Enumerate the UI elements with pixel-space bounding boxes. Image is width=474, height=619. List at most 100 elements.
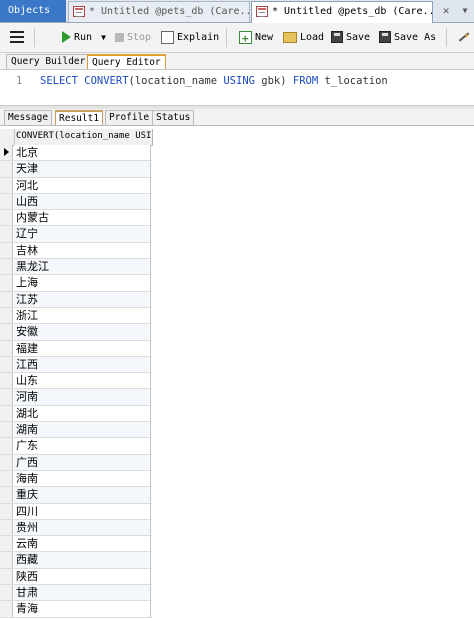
table-row[interactable]: 江苏	[0, 291, 152, 308]
run-button[interactable]: Run ▼	[62, 28, 106, 47]
row-indicator[interactable]	[0, 324, 13, 340]
table-row[interactable]: 内蒙古	[0, 210, 152, 227]
table-row[interactable]: 甘肃	[0, 585, 152, 602]
grid-cell[interactable]: 北京	[14, 145, 151, 161]
tab-untitled-query-2[interactable]: * Untitled @pets_db (Care...	[251, 1, 433, 23]
table-row[interactable]: 西藏	[0, 552, 152, 569]
run-dropdown-icon[interactable]: ▼	[101, 33, 106, 42]
grid-cell[interactable]: 贵州	[14, 519, 151, 536]
grid-cell[interactable]: 海南	[14, 470, 151, 487]
table-row[interactable]: 浙江	[0, 307, 152, 325]
table-row[interactable]: 陕西	[0, 568, 152, 586]
row-indicator[interactable]	[0, 340, 13, 356]
tab-message[interactable]: Message	[4, 110, 53, 125]
grid-cell[interactable]: 广东	[14, 438, 151, 454]
grid-cell[interactable]: 湖南	[14, 422, 151, 438]
tab-result1[interactable]: Result1	[55, 110, 104, 125]
table-row[interactable]: 河北	[0, 177, 152, 194]
close-icon[interactable]: ✕	[438, 4, 454, 18]
tab-untitled-query-1[interactable]: * Untitled @pets_db (Care...	[68, 1, 250, 22]
grid-cell[interactable]: 安徽	[14, 324, 151, 340]
grid-cell[interactable]: 广西	[14, 454, 151, 470]
row-indicator[interactable]	[0, 568, 13, 585]
grid-cell[interactable]: 福建	[14, 340, 151, 356]
grid-cell[interactable]: 云南	[14, 536, 151, 552]
grid-cell[interactable]: 西藏	[14, 552, 151, 568]
grid-cell[interactable]: 四川	[14, 503, 151, 519]
table-row[interactable]: 辽宁	[0, 226, 152, 243]
save-button[interactable]: Save	[331, 28, 370, 47]
table-row[interactable]: 吉林	[0, 242, 152, 260]
save-as-button[interactable]: Save As	[379, 28, 436, 47]
table-row[interactable]: 云南	[0, 536, 152, 553]
column-header-convert[interactable]: CONVERT(location_name USI	[14, 129, 152, 145]
grid-cell[interactable]: 吉林	[14, 242, 151, 259]
chevron-down-icon[interactable]: ▼	[458, 4, 472, 18]
row-indicator[interactable]	[0, 389, 13, 405]
tab-objects[interactable]: Objects	[0, 0, 66, 22]
row-indicator[interactable]	[0, 193, 13, 210]
tab-query-builder[interactable]: Query Builder	[6, 54, 91, 69]
grid-cell[interactable]: 上海	[14, 275, 151, 291]
row-indicator[interactable]	[0, 470, 13, 487]
grid-cell[interactable]: 浙江	[14, 307, 151, 324]
tab-query-editor[interactable]: Query Editor	[87, 54, 166, 69]
table-row[interactable]: 山东	[0, 373, 152, 390]
row-indicator[interactable]	[0, 373, 13, 389]
grid-cell[interactable]: 陕西	[14, 568, 151, 585]
row-indicator[interactable]	[0, 487, 13, 503]
grid-cell[interactable]: 重庆	[14, 487, 151, 503]
grid-cell[interactable]: 甘肃	[14, 585, 151, 601]
row-indicator[interactable]	[0, 210, 13, 226]
row-indicator[interactable]	[0, 438, 13, 454]
row-indicator[interactable]	[0, 226, 13, 242]
row-indicator[interactable]	[0, 519, 13, 536]
row-indicator[interactable]	[0, 307, 13, 324]
row-indicator[interactable]	[0, 177, 13, 193]
grid-cell[interactable]: 江西	[14, 356, 151, 373]
table-row[interactable]: 天津	[0, 161, 152, 178]
table-row[interactable]: 广西	[0, 454, 152, 471]
table-row[interactable]: 北京	[0, 145, 152, 162]
explain-button[interactable]: Explain	[161, 28, 219, 47]
table-row[interactable]: 福建	[0, 340, 152, 357]
row-indicator[interactable]	[0, 145, 13, 161]
row-indicator[interactable]	[0, 503, 13, 519]
grid-cell[interactable]: 内蒙古	[14, 210, 151, 226]
grid-cell[interactable]: 河北	[14, 177, 151, 193]
grid-cell[interactable]: 江苏	[14, 291, 151, 307]
beautify-button[interactable]	[456, 27, 473, 47]
table-row[interactable]: 江西	[0, 356, 152, 374]
row-indicator[interactable]	[0, 291, 13, 307]
tab-profile[interactable]: Profile	[105, 110, 154, 125]
table-row[interactable]: 广东	[0, 438, 152, 455]
row-indicator[interactable]	[0, 161, 13, 177]
table-row[interactable]: 黑龙江	[0, 259, 152, 276]
row-indicator[interactable]	[0, 585, 13, 601]
grid-cell[interactable]: 湖北	[14, 405, 151, 422]
menu-icon[interactable]	[10, 31, 24, 43]
sql-editor[interactable]: 1 SELECT CONVERT(location_name USING gbk…	[0, 69, 474, 106]
table-row[interactable]: 海南	[0, 470, 152, 488]
table-row[interactable]: 四川	[0, 503, 152, 520]
table-row[interactable]: 上海	[0, 275, 152, 292]
table-row[interactable]: 河南	[0, 389, 152, 406]
grid-cell[interactable]: 辽宁	[14, 226, 151, 242]
row-indicator[interactable]	[0, 536, 13, 552]
row-indicator[interactable]	[0, 259, 13, 275]
row-indicator[interactable]	[0, 242, 13, 259]
table-row[interactable]: 山西	[0, 193, 152, 211]
grid-cell[interactable]: 青海	[14, 601, 151, 617]
new-button[interactable]: New	[239, 28, 273, 48]
table-row[interactable]: 湖北	[0, 405, 152, 423]
row-indicator[interactable]	[0, 552, 13, 568]
row-indicator[interactable]	[0, 454, 13, 470]
tab-status[interactable]: Status	[152, 110, 195, 125]
table-row[interactable]: 贵州	[0, 519, 152, 537]
grid-cell[interactable]: 黑龙江	[14, 259, 151, 275]
table-row[interactable]: 青海	[0, 601, 152, 618]
grid-cell[interactable]: 河南	[14, 389, 151, 405]
table-row[interactable]: 重庆	[0, 487, 152, 504]
row-indicator[interactable]	[0, 601, 13, 617]
grid-cell[interactable]: 山东	[14, 373, 151, 389]
